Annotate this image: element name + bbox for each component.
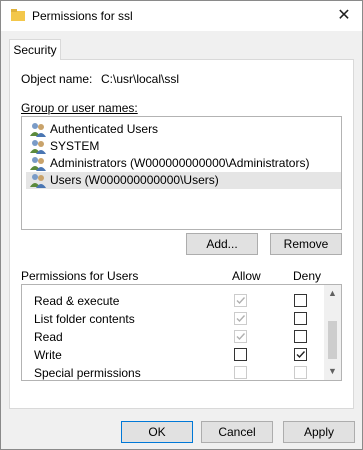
- permission-name: Read: [34, 330, 63, 344]
- allow-header: Allow: [232, 269, 261, 283]
- group-list-item[interactable]: Users (W000000000000\Users): [26, 172, 341, 189]
- permissions-title: Permissions for Users: [21, 269, 139, 283]
- add-button[interactable]: Add...: [186, 233, 258, 255]
- permission-name: Read & execute: [34, 294, 120, 308]
- close-icon[interactable]: ✕: [334, 6, 354, 26]
- scroll-up-icon[interactable]: ▲: [324, 285, 341, 302]
- ok-button[interactable]: OK: [121, 421, 193, 443]
- title-bar[interactable]: Permissions for ssl ✕: [1, 1, 362, 31]
- deny-checkbox[interactable]: [294, 330, 307, 343]
- group-names-label-text: Group or user names:: [21, 101, 138, 115]
- allow-checkbox: [234, 366, 247, 379]
- deny-checkbox: [294, 366, 307, 379]
- permissions-dialog: Permissions for ssl ✕ Security Object na…: [0, 0, 363, 450]
- group-names-label: Group or user names:: [21, 101, 138, 115]
- group-user-list[interactable]: Authenticated Users SYSTEM Administrators …: [21, 116, 342, 230]
- permission-name: List folder contents: [34, 312, 135, 326]
- group-list-item-label: SYSTEM: [50, 139, 100, 153]
- users-group-icon: [30, 174, 46, 188]
- permission-row: Special permissions: [22, 364, 325, 380]
- allow-checkbox: [234, 312, 247, 325]
- folder-icon: [11, 9, 25, 21]
- scroll-down-icon[interactable]: ▼: [324, 363, 341, 380]
- cancel-button[interactable]: Cancel: [201, 421, 273, 443]
- permission-row: List folder contents: [22, 310, 325, 328]
- object-name-value: C:\usr\local\ssl: [101, 72, 180, 86]
- users-group-icon: [30, 157, 46, 171]
- group-list-item[interactable]: Administrators (W000000000000\Administra…: [26, 155, 341, 172]
- permission-row: Write: [22, 346, 325, 364]
- deny-checkbox[interactable]: [294, 348, 307, 361]
- object-name-label: Object name:: [21, 72, 93, 86]
- permission-name: Write: [34, 348, 62, 362]
- allow-checkbox: [234, 294, 247, 307]
- permissions-list[interactable]: Read & execute List folder contents Read Wr…: [21, 284, 342, 381]
- deny-checkbox[interactable]: [294, 294, 307, 307]
- group-list-item-label: Authenticated Users: [50, 122, 159, 136]
- tab-security[interactable]: Security: [9, 39, 61, 60]
- scrollbar-thumb[interactable]: [328, 321, 337, 359]
- permission-row: Read: [22, 328, 325, 346]
- allow-checkbox[interactable]: [234, 348, 247, 361]
- users-group-icon: [30, 140, 46, 154]
- group-list-item[interactable]: SYSTEM: [26, 138, 341, 155]
- group-list-item[interactable]: Authenticated Users: [26, 121, 341, 138]
- users-group-icon: [30, 123, 46, 137]
- allow-checkbox: [234, 330, 247, 343]
- group-list-item-label: Administrators (W000000000000\Administra…: [50, 156, 310, 170]
- permission-row: Read & execute: [22, 292, 325, 310]
- permissions-scrollbar[interactable]: ▲ ▼: [324, 285, 341, 380]
- deny-checkbox[interactable]: [294, 312, 307, 325]
- window-title: Permissions for ssl: [32, 9, 133, 23]
- apply-button[interactable]: Apply: [283, 421, 355, 443]
- remove-button[interactable]: Remove: [270, 233, 342, 255]
- deny-header: Deny: [293, 269, 322, 283]
- permission-name: Special permissions: [34, 366, 141, 380]
- group-list-item-label: Users (W000000000000\Users): [50, 173, 219, 187]
